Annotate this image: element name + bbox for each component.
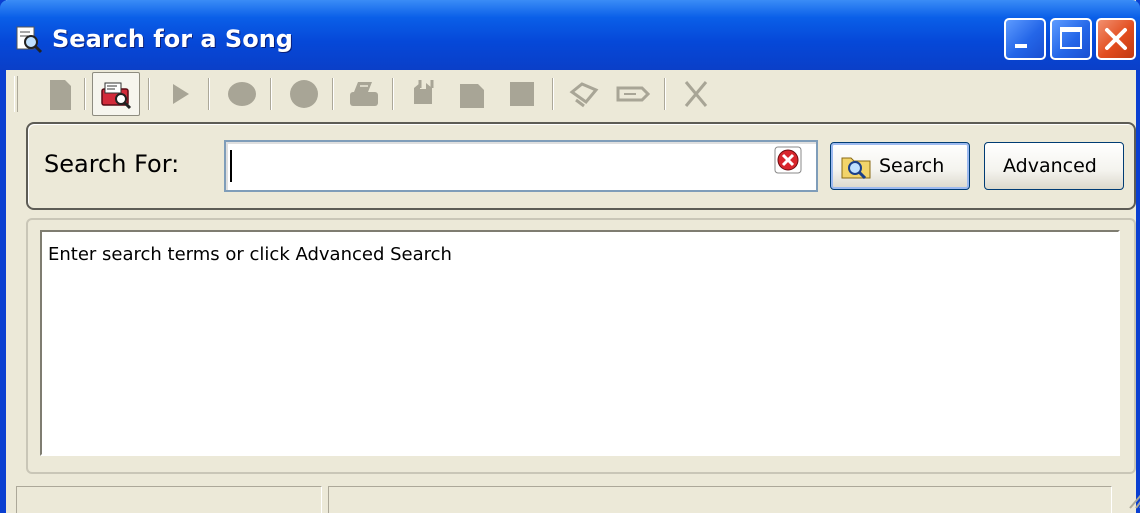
toolbar-separator [664, 78, 666, 110]
folder-search-icon [841, 157, 871, 179]
record-alt-icon[interactable] [284, 74, 324, 114]
record-icon[interactable] [222, 74, 262, 114]
toolbar-separator [392, 78, 394, 110]
text-cursor [230, 150, 232, 182]
toolbar-separator [208, 78, 210, 110]
toolbar-separator [332, 78, 334, 110]
minimize-button[interactable] [1004, 18, 1046, 60]
song-search-icon [16, 26, 43, 54]
results-message: Enter search terms or click Advanced Sea… [48, 244, 452, 265]
search-button[interactable]: Search [830, 142, 970, 190]
close-button[interactable] [1096, 18, 1136, 60]
search-panel: Search For: Search Advanced [26, 122, 1136, 210]
app-window: Search for a Song Search For: Search Adv… [0, 0, 1140, 513]
toolbar-button-song-search[interactable] [92, 72, 140, 116]
toolbar-separator [148, 78, 150, 110]
label-icon[interactable] [612, 74, 652, 114]
toolbar-separator [270, 78, 272, 110]
maximize-button[interactable] [1050, 18, 1092, 60]
search-input[interactable] [224, 140, 818, 192]
maximize-icon [1060, 27, 1082, 49]
copy-icon[interactable] [452, 74, 492, 114]
status-pane-right [328, 486, 1112, 513]
clear-search-icon[interactable] [774, 146, 802, 174]
search-button-label: Search [879, 155, 945, 177]
status-pane-left [16, 486, 322, 513]
search-for-label: Search For: [44, 150, 180, 178]
window-title: Search for a Song [52, 25, 293, 53]
song-search-icon [101, 82, 132, 110]
resize-grip-icon[interactable] [1124, 488, 1140, 510]
print-icon[interactable] [344, 74, 384, 114]
advanced-button-label: Advanced [1003, 155, 1097, 177]
toolbar [12, 72, 1138, 116]
compare-icon[interactable] [406, 74, 446, 114]
close-icon [1105, 28, 1127, 50]
minimize-icon [1015, 44, 1027, 48]
tag-icon[interactable] [564, 74, 604, 114]
results-frame: Enter search terms or click Advanced Sea… [26, 218, 1136, 474]
document-icon[interactable] [40, 74, 80, 114]
delete-icon[interactable] [676, 74, 716, 114]
toolbar-separator [84, 78, 86, 110]
play-icon[interactable] [160, 74, 200, 114]
title-bar[interactable]: Search for a Song [0, 0, 1140, 70]
stop-icon[interactable] [502, 74, 542, 114]
toolbar-separator [552, 78, 554, 110]
status-bar [12, 486, 1140, 513]
toolbar-grip[interactable] [14, 76, 18, 112]
advanced-button[interactable]: Advanced [984, 142, 1124, 190]
results-pane[interactable]: Enter search terms or click Advanced Sea… [40, 230, 1120, 456]
